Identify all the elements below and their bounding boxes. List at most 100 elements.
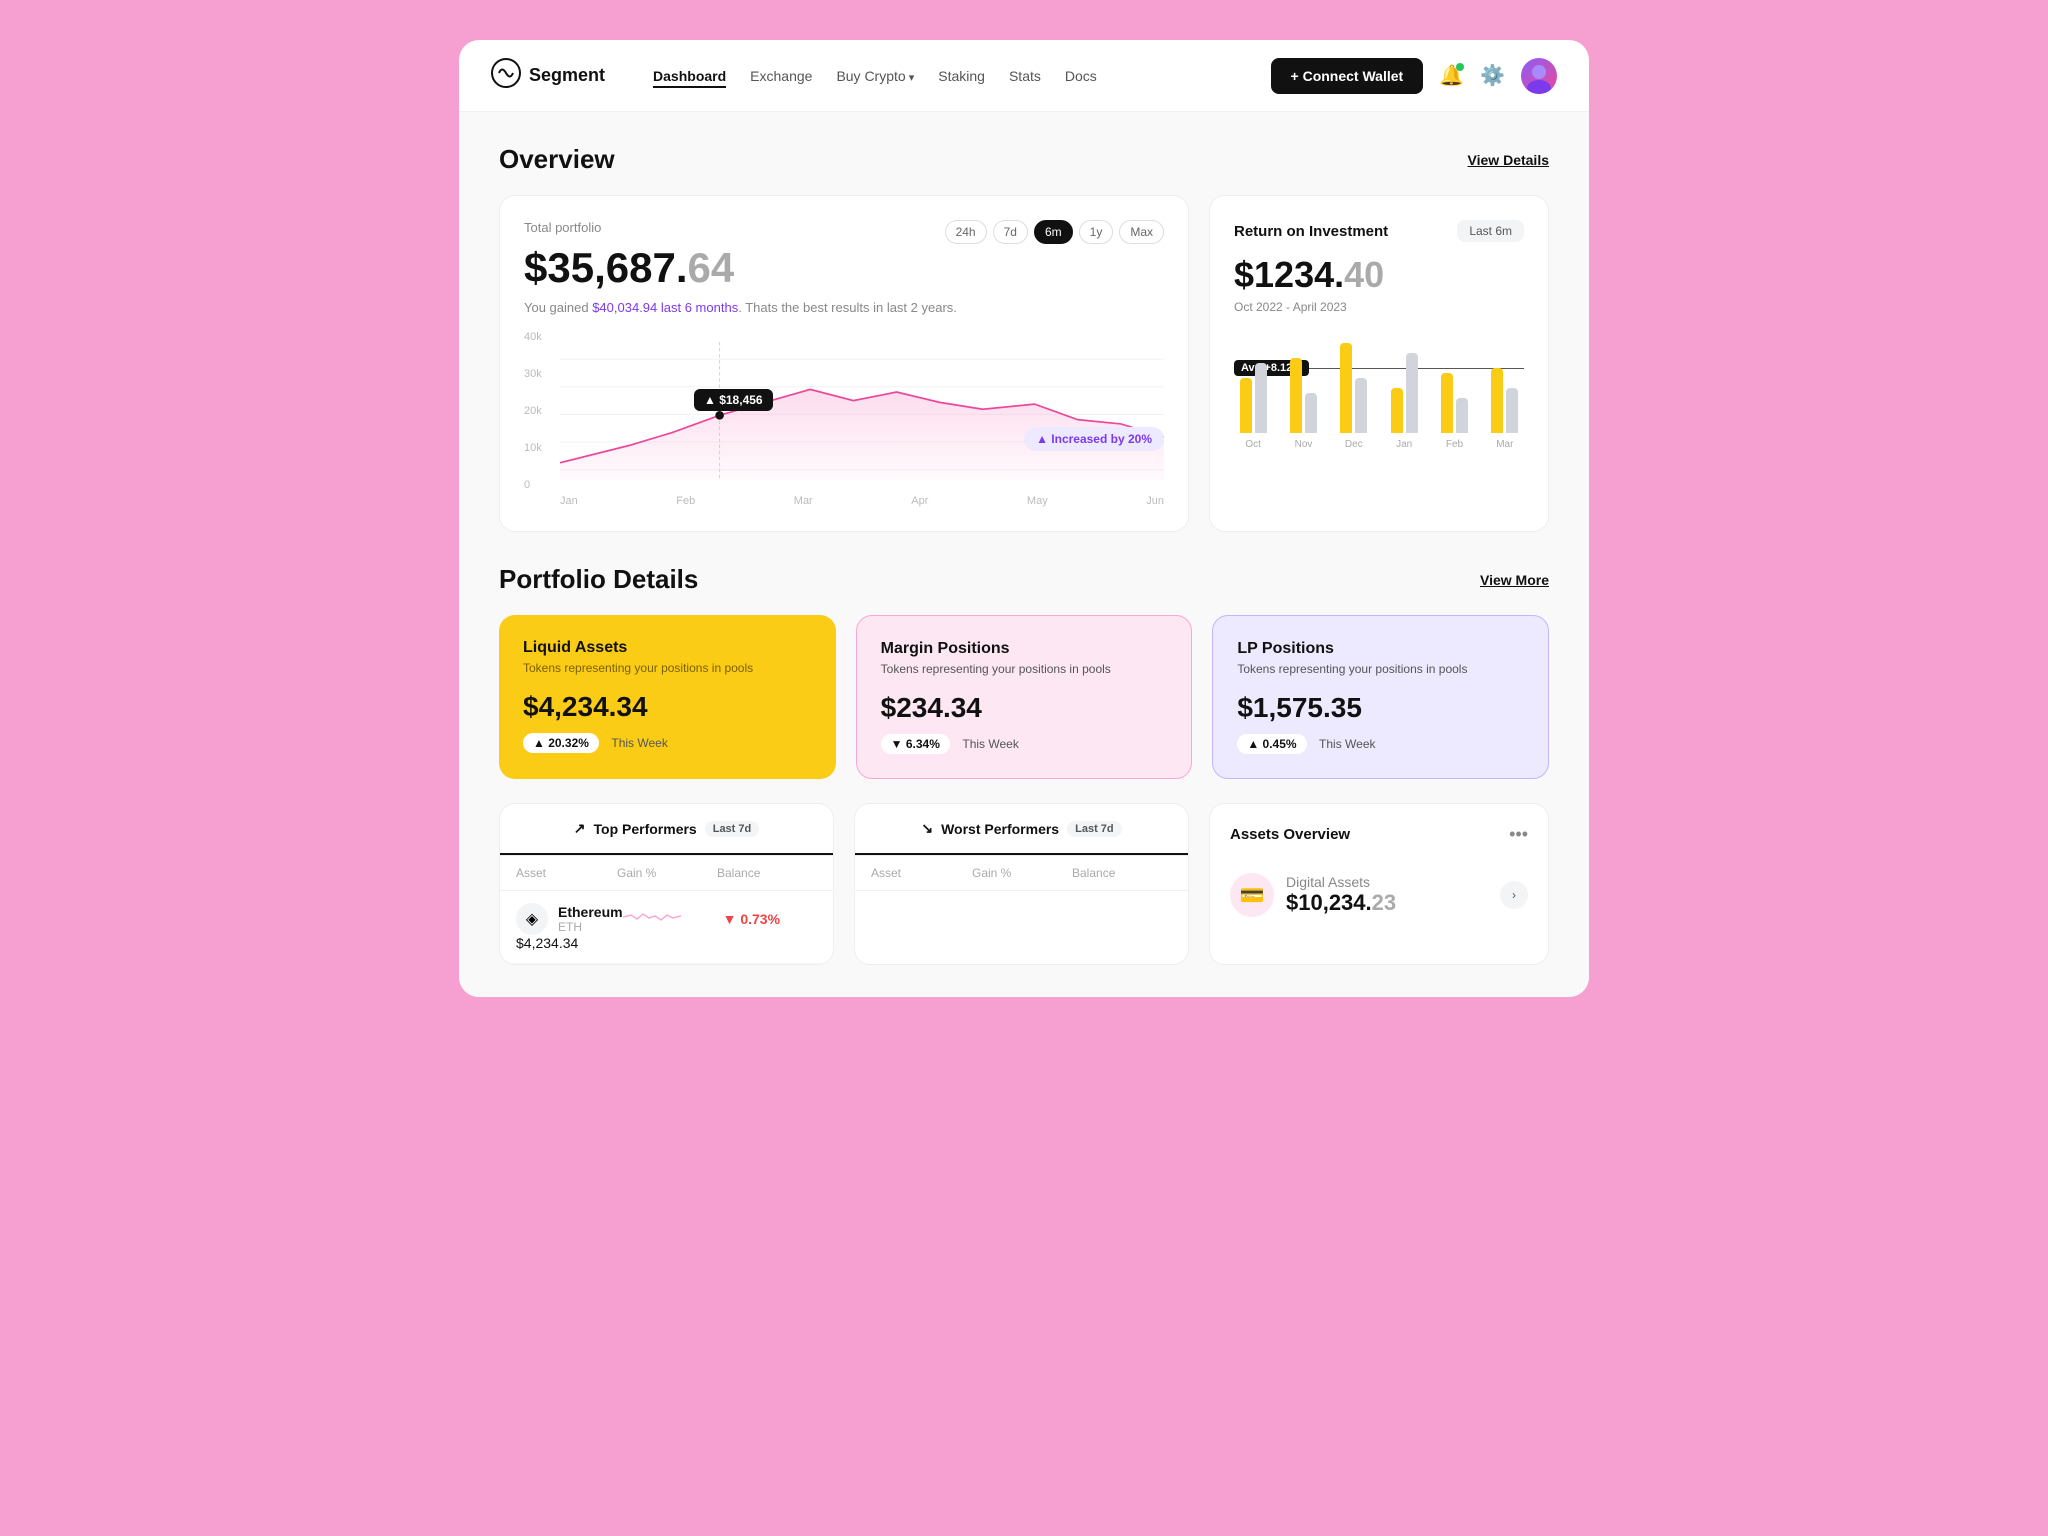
logo-icon xyxy=(491,58,521,93)
gain-arrow: ▼ xyxy=(723,911,741,927)
gear-icon: ⚙️ xyxy=(1480,63,1505,88)
digital-assets-name: Digital Assets xyxy=(1286,874,1488,890)
worst-table-header: Asset Gain % Balance xyxy=(855,856,1188,891)
nav-exchange[interactable]: Exchange xyxy=(750,64,812,88)
lp-positions-change-badge: ▲ 0.45% xyxy=(1237,734,1306,754)
trending-down-icon: ↘ xyxy=(921,820,933,837)
col-balance: Balance xyxy=(717,866,817,880)
view-details-link[interactable]: View Details xyxy=(1468,152,1549,168)
asset-overview-info: Digital Assets $10,234.23 xyxy=(1286,874,1488,916)
bar-dec-yellow xyxy=(1340,343,1352,433)
portfolio-card: Total portfolio 24h 7d 6m 1y Max $35,687… xyxy=(499,195,1189,532)
lp-positions-change-row: ▲ 0.45% This Week xyxy=(1237,734,1524,754)
asset-chevron-button[interactable]: › xyxy=(1500,881,1528,909)
nav-dashboard[interactable]: Dashboard xyxy=(653,64,726,88)
increased-badge: ▲ Increased by 20% xyxy=(1024,427,1164,451)
filter-6m[interactable]: 6m xyxy=(1034,220,1073,244)
top-performers-card: ↗ Top Performers Last 7d Asset Gain % Ba… xyxy=(499,803,834,965)
bar-label-oct: Oct xyxy=(1245,439,1261,450)
navbar: Segment Dashboard Exchange Buy Crypto St… xyxy=(459,40,1589,112)
asset-name: Ethereum xyxy=(558,904,623,920)
bar-group-dec: Dec xyxy=(1335,343,1373,450)
bar-group-oct: Oct xyxy=(1234,363,1272,450)
lp-positions-title: LP Positions xyxy=(1237,640,1524,658)
worst-performers-card: ↘ Worst Performers Last 7d Asset Gain % … xyxy=(854,803,1189,965)
bar-chart: Oct Nov xyxy=(1234,330,1524,450)
liquid-assets-value: $4,234.34 xyxy=(523,691,812,723)
roi-chart: Avg +8.12% Oct xyxy=(1234,330,1524,450)
performers-table-header: Asset Gain % Balance xyxy=(500,856,833,891)
chart-x-labels: Jan Feb Mar Apr May Jun xyxy=(524,495,1164,507)
roi-title: Return on Investment xyxy=(1234,223,1388,240)
nav-stats[interactable]: Stats xyxy=(1009,64,1041,88)
notification-button[interactable]: 🔔 xyxy=(1439,63,1464,88)
margin-positions-period: This Week xyxy=(962,737,1018,751)
margin-positions-change-row: ▼ 6.34% This Week xyxy=(881,734,1168,754)
bar-label-jan: Jan xyxy=(1396,439,1412,450)
asset-balance: $4,234.34 xyxy=(516,935,623,951)
worst-col-asset: Asset xyxy=(871,866,972,880)
top-performers-label: Top Performers xyxy=(594,821,697,837)
col-gain: Gain % xyxy=(617,866,717,880)
margin-positions-card: Margin Positions Tokens representing you… xyxy=(856,615,1193,779)
roi-period-button[interactable]: Last 6m xyxy=(1457,220,1524,242)
assets-more-button[interactable]: ••• xyxy=(1509,824,1528,845)
bar-jan-gray xyxy=(1406,353,1418,433)
performers-tabs: ↗ Top Performers Last 7d xyxy=(500,804,833,856)
time-filters: 24h 7d 6m 1y Max xyxy=(945,220,1164,244)
nav-buy-crypto[interactable]: Buy Crypto xyxy=(836,64,914,88)
bar-oct-gray xyxy=(1255,363,1267,433)
nav-right: + Connect Wallet 🔔 ⚙️ xyxy=(1271,58,1557,94)
bar-label-nov: Nov xyxy=(1295,439,1313,450)
asset-gain: ▼ 0.73% xyxy=(723,911,823,927)
bar-nov-yellow xyxy=(1290,358,1302,433)
worst-performers-period: Last 7d xyxy=(1067,821,1122,837)
nav-links: Dashboard Exchange Buy Crypto Staking St… xyxy=(653,64,1238,88)
asset-name-group: Ethereum ETH xyxy=(558,904,623,934)
tab-top-performers[interactable]: ↗ Top Performers Last 7d xyxy=(500,804,833,855)
overview-row: Total portfolio 24h 7d 6m 1y Max $35,687… xyxy=(499,195,1549,532)
nav-docs[interactable]: Docs xyxy=(1065,64,1097,88)
bar-mar-yellow xyxy=(1491,368,1503,433)
roi-header: Return on Investment Last 6m xyxy=(1234,220,1524,242)
bar-label-feb: Feb xyxy=(1446,439,1463,450)
portfolio-label: Total portfolio xyxy=(524,220,601,235)
liquid-assets-subtitle: Tokens representing your positions in po… xyxy=(523,661,812,675)
bar-group-mar: Mar xyxy=(1486,368,1524,450)
filter-max[interactable]: Max xyxy=(1119,220,1164,244)
digital-assets-value: $10,234.23 xyxy=(1286,890,1488,916)
nav-staking[interactable]: Staking xyxy=(938,64,985,88)
overview-header: Overview View Details xyxy=(499,144,1549,175)
lp-positions-period: This Week xyxy=(1319,737,1375,751)
eth-icon: ◈ xyxy=(516,903,548,935)
asset-symbol: ETH xyxy=(558,920,623,934)
filter-24h[interactable]: 24h xyxy=(945,220,987,244)
view-more-link[interactable]: View More xyxy=(1480,572,1549,588)
chart-y-labels: 40k 30k 20k 10k 0 xyxy=(524,331,560,491)
liquid-assets-period: This Week xyxy=(611,736,667,750)
logo[interactable]: Segment xyxy=(491,58,605,93)
avatar[interactable] xyxy=(1521,58,1557,94)
assets-overview-header: Assets Overview ••• xyxy=(1230,824,1528,845)
liquid-assets-title: Liquid Assets xyxy=(523,639,812,657)
filter-1y[interactable]: 1y xyxy=(1079,220,1114,244)
digital-assets-icon: 💳 xyxy=(1230,873,1274,917)
worst-col-gain: Gain % xyxy=(972,866,1072,880)
top-performers-period: Last 7d xyxy=(705,821,760,837)
worst-performers-label: Worst Performers xyxy=(941,821,1059,837)
bar-feb-yellow xyxy=(1441,373,1453,433)
overview-title: Overview xyxy=(499,144,615,175)
connect-wallet-button[interactable]: + Connect Wallet xyxy=(1271,58,1424,94)
filter-7d[interactable]: 7d xyxy=(993,220,1028,244)
main-content: Overview View Details Total portfolio 24… xyxy=(459,112,1589,997)
asset-info: ◈ Ethereum ETH xyxy=(516,903,623,935)
bar-jan-yellow xyxy=(1391,388,1403,433)
tab-worst-performers[interactable]: ↘ Worst Performers Last 7d xyxy=(855,804,1188,855)
bar-label-mar: Mar xyxy=(1496,439,1513,450)
settings-button[interactable]: ⚙️ xyxy=(1480,63,1505,88)
liquid-assets-change-badge: ▲ 20.32% xyxy=(523,733,599,753)
logo-text: Segment xyxy=(529,65,605,86)
bar-dec-gray xyxy=(1355,378,1367,433)
roi-card: Return on Investment Last 6m $1234.40 Oc… xyxy=(1209,195,1549,532)
bar-oct-yellow xyxy=(1240,378,1252,433)
